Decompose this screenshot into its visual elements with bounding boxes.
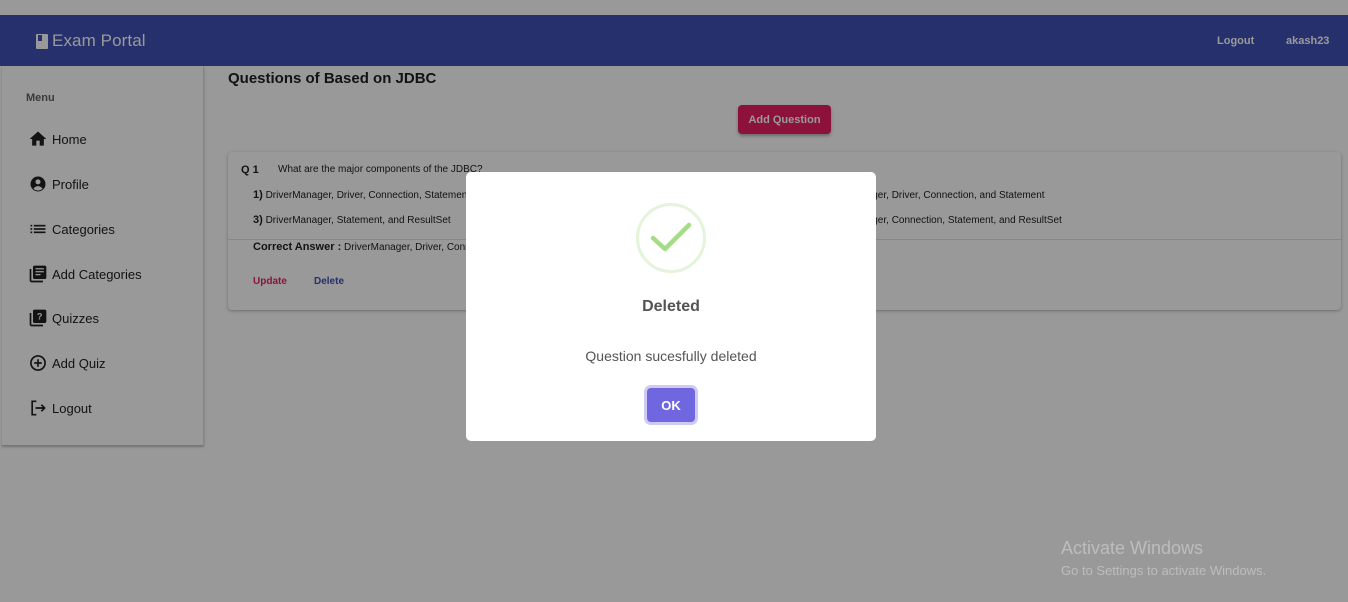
dialog-message: Question sucesfully deleted (585, 348, 757, 364)
watermark-title: Activate Windows (1061, 538, 1204, 558)
checkmark-icon (650, 222, 692, 252)
ok-button[interactable]: OK (647, 388, 695, 422)
success-check-icon (636, 203, 706, 273)
windows-activation-watermark: Activate Windows Go to Settings to activ… (1061, 538, 1266, 578)
success-dialog: Deleted Question sucesfully deleted OK (466, 172, 876, 441)
dialog-title: Deleted (642, 298, 700, 315)
watermark-subtitle: Go to Settings to activate Windows. (1061, 563, 1267, 578)
